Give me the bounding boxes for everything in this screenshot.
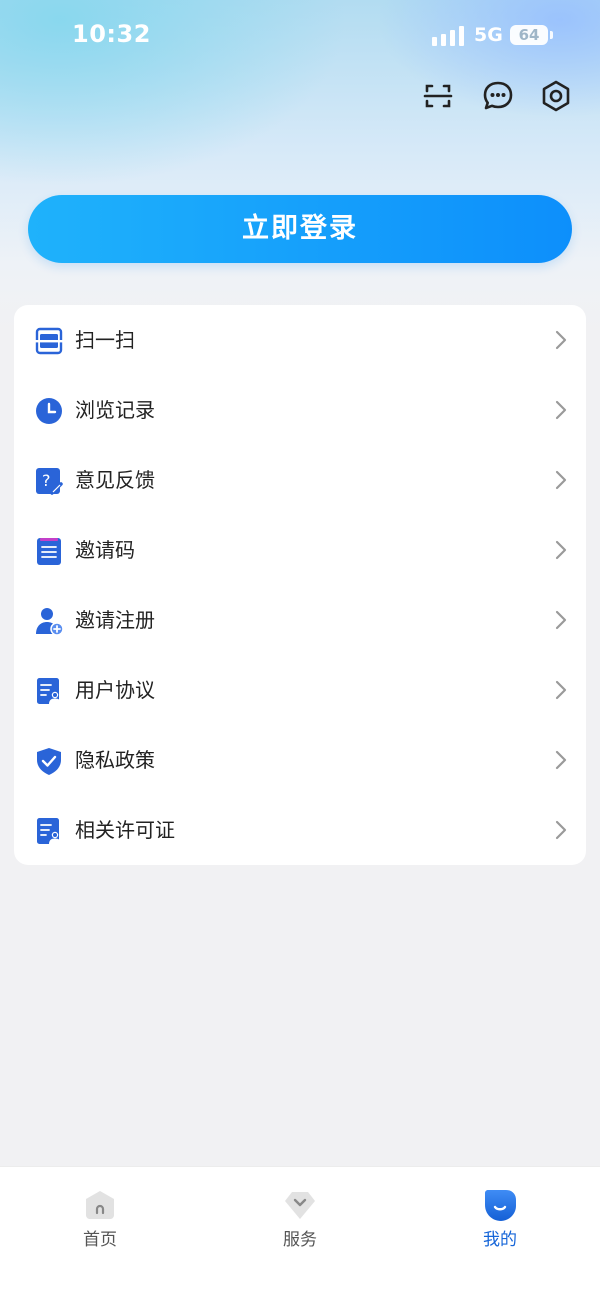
menu-item-label: 用户协议 bbox=[75, 678, 155, 702]
clock-icon bbox=[36, 398, 62, 424]
menu-item-invite-code[interactable]: 邀请码 bbox=[14, 515, 586, 585]
menu-item-history[interactable]: 浏览记录 bbox=[14, 375, 586, 445]
shield-check-icon bbox=[37, 748, 61, 775]
tab-label: 首页 bbox=[83, 1230, 117, 1250]
feedback-icon: ? bbox=[36, 468, 63, 495]
menu-item-label: 邀请码 bbox=[75, 538, 135, 562]
chevron-right-icon bbox=[555, 400, 567, 420]
menu-item-feedback[interactable]: ? 意见反馈 bbox=[14, 445, 586, 515]
tab-profile[interactable]: 我的 bbox=[400, 1167, 600, 1267]
status-bar: 10:32 5G 64 bbox=[0, 0, 600, 70]
scan-frame-icon bbox=[35, 327, 63, 355]
message-icon[interactable] bbox=[480, 78, 516, 114]
menu-item-privacy-policy[interactable]: 隐私政策 bbox=[14, 725, 586, 795]
tab-label: 我的 bbox=[483, 1230, 517, 1250]
profile-icon bbox=[485, 1190, 516, 1221]
network-label: 5G bbox=[474, 24, 503, 46]
status-time: 10:32 bbox=[72, 20, 151, 48]
login-button[interactable]: 立即登录 bbox=[28, 195, 572, 263]
menu-item-invite-register[interactable]: 邀请注册 bbox=[14, 585, 586, 655]
chevron-right-icon bbox=[555, 470, 567, 490]
menu-item-user-agreement[interactable]: 用户协议 bbox=[14, 655, 586, 725]
menu-item-licenses[interactable]: 相关许可证 bbox=[14, 795, 586, 865]
battery-cap bbox=[550, 31, 553, 39]
chevron-right-icon bbox=[555, 820, 567, 840]
document-user-icon bbox=[37, 678, 61, 704]
chevron-right-icon bbox=[555, 330, 567, 350]
menu-item-label: 邀请注册 bbox=[75, 608, 155, 632]
service-icon bbox=[285, 1192, 315, 1219]
menu-item-scan[interactable]: 扫一扫 bbox=[14, 305, 586, 375]
menu-item-label: 相关许可证 bbox=[75, 818, 175, 842]
tab-service[interactable]: 服务 bbox=[200, 1167, 400, 1267]
settings-icon[interactable] bbox=[538, 78, 574, 114]
menu-item-label: 浏览记录 bbox=[75, 398, 155, 422]
signal-icon bbox=[432, 26, 464, 46]
svg-text:?: ? bbox=[42, 471, 51, 490]
license-icon bbox=[37, 818, 61, 844]
menu-item-label: 隐私政策 bbox=[75, 748, 155, 772]
tab-bar: 首页 服务 我的 bbox=[0, 1166, 600, 1300]
menu-card: 扫一扫 浏览记录 ? 意见反馈 邀请码 邀请注册 用户协议 隐私政策 相关许可证 bbox=[14, 305, 586, 865]
home-icon bbox=[86, 1191, 114, 1219]
scan-icon[interactable] bbox=[420, 78, 456, 114]
tab-home[interactable]: 首页 bbox=[0, 1167, 200, 1267]
tab-label: 服务 bbox=[283, 1230, 317, 1250]
add-user-icon bbox=[36, 608, 64, 636]
chevron-right-icon bbox=[555, 680, 567, 700]
menu-item-label: 意见反馈 bbox=[75, 468, 155, 492]
notepad-icon bbox=[37, 538, 61, 565]
chevron-right-icon bbox=[555, 610, 567, 630]
chevron-right-icon bbox=[555, 540, 567, 560]
chevron-right-icon bbox=[555, 750, 567, 770]
battery-level: 64 bbox=[510, 25, 548, 45]
menu-item-label: 扫一扫 bbox=[75, 328, 135, 352]
